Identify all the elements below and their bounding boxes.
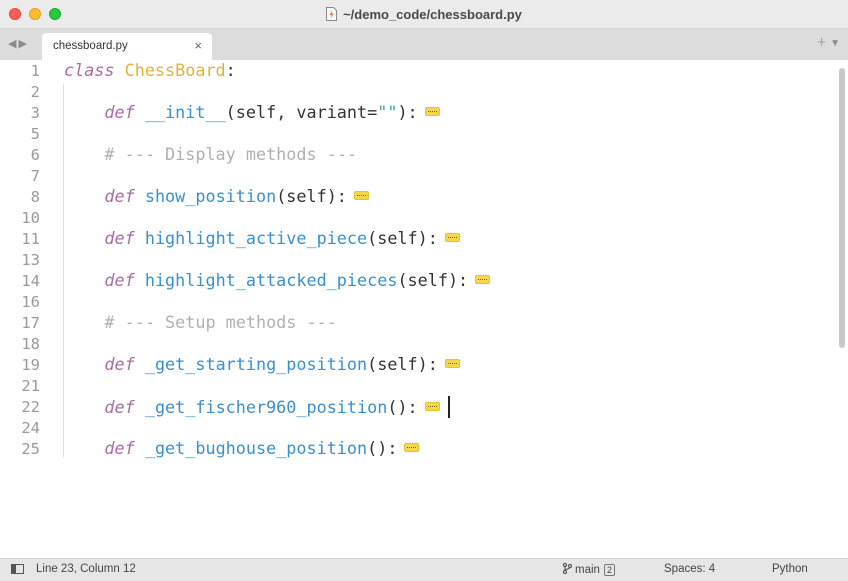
code-line[interactable]: class ChessBoard:	[64, 60, 236, 80]
folded-code-icon[interactable]	[444, 359, 460, 368]
branch-badge: 2	[603, 564, 615, 576]
code-line[interactable]: def __init__(self, variant=""):	[64, 102, 440, 122]
line-number: 17	[21, 314, 40, 332]
indentation-setting[interactable]: Spaces: 4	[664, 563, 715, 575]
code-token: # --- Display methods ---	[104, 144, 358, 164]
code-line[interactable]: def _get_bughouse_position():	[64, 438, 420, 458]
git-branch[interactable]: main 2	[563, 563, 615, 576]
python-file-icon	[326, 7, 338, 21]
code-token: def	[104, 186, 145, 206]
line-number: 13	[21, 251, 40, 269]
folded-code-icon[interactable]	[475, 275, 491, 284]
code-line[interactable]: def show_position(self):	[64, 186, 369, 206]
line-number: 14	[21, 272, 40, 290]
line-number: 5	[30, 125, 40, 143]
code-line[interactable]: # --- Setup methods ---	[64, 312, 337, 332]
code-token: _get_bughouse_position	[144, 438, 368, 458]
folded-code-icon[interactable]	[353, 191, 369, 200]
code-line[interactable]: def _get_fischer960_position():	[64, 396, 450, 418]
line-number: 11	[21, 230, 40, 248]
code-line[interactable]: def highlight_attacked_pieces(self):	[64, 270, 491, 290]
line-number: 25	[21, 440, 40, 458]
code-token: (self):	[367, 354, 438, 374]
nav-forward-icon[interactable]: ▶	[18, 38, 28, 50]
code-line[interactable]: # --- Display methods ---	[64, 144, 357, 164]
line-number: 3	[30, 104, 40, 122]
folded-code-icon[interactable]	[424, 107, 440, 116]
code-token: class	[64, 60, 125, 80]
tab-bar: ◀▶ chessboard.py × + ▼	[0, 29, 848, 60]
tab-chessboard[interactable]: chessboard.py ×	[42, 33, 212, 60]
syntax-language[interactable]: Python	[772, 563, 808, 575]
folded-code-icon[interactable]	[424, 402, 440, 411]
code-token: def	[104, 438, 145, 458]
line-number: 10	[21, 209, 40, 227]
line-number: 7	[30, 167, 40, 185]
code-token: def	[104, 397, 145, 417]
code-token: # --- Setup methods ---	[104, 312, 337, 332]
code-token: ):	[397, 102, 418, 122]
vertical-scrollbar[interactable]	[839, 68, 845, 348]
window-title-wrap: ~/demo_code/chessboard.py	[0, 0, 848, 28]
text-cursor	[447, 396, 450, 418]
code-token: def	[104, 354, 145, 374]
code-token: ():	[367, 438, 398, 458]
git-branch-icon	[563, 563, 572, 574]
code-token: def	[104, 102, 145, 122]
folded-code-icon[interactable]	[404, 443, 420, 452]
code-token: ():	[387, 397, 418, 417]
code-token: _get_starting_position	[144, 354, 368, 374]
nav-back-icon[interactable]: ◀	[8, 38, 18, 50]
line-number: 8	[30, 188, 40, 206]
code-line[interactable]: def highlight_active_piece(self):	[64, 228, 460, 248]
branch-name: main	[575, 564, 600, 576]
code-token: def	[104, 228, 145, 248]
toggle-sidebar-icon[interactable]	[11, 564, 24, 574]
code-token: def	[104, 270, 145, 290]
line-number: 22	[21, 398, 40, 416]
tab-menu-chevron-down-icon[interactable]: ▼	[830, 38, 840, 49]
code-token: (self):	[276, 186, 347, 206]
code-token: ""	[377, 102, 398, 122]
line-number: 19	[21, 356, 40, 374]
line-number: 21	[21, 377, 40, 395]
code-token: (self, variant=	[225, 102, 378, 122]
window-title: ~/demo_code/chessboard.py	[343, 6, 522, 22]
code-editor[interactable]: 1 2 3 5 6 7 8 10 11 13 14 16 17 18 19 21 22 24 25 class Ch…	[0, 60, 848, 557]
code-token: highlight_attacked_pieces	[144, 270, 398, 290]
tab-label: chessboard.py	[53, 40, 128, 52]
line-number: 16	[21, 293, 40, 311]
line-number: 18	[21, 335, 40, 353]
code-token: (self):	[367, 228, 438, 248]
tab-close-icon[interactable]: ×	[194, 38, 202, 53]
tab-nav-arrows[interactable]: ◀▶	[8, 37, 29, 50]
code-token: ChessBoard	[124, 60, 226, 80]
code-line[interactable]: def _get_starting_position(self):	[64, 354, 460, 374]
folded-code-icon[interactable]	[444, 233, 460, 242]
new-tab-icon[interactable]: +	[817, 34, 826, 51]
code-token: __init__	[144, 102, 226, 122]
code-token: :	[225, 60, 236, 80]
status-bar: Line 23, Column 12 main 2 Spaces: 4 Pytho…	[0, 558, 848, 581]
code-token: (self):	[397, 270, 469, 290]
line-number: 1	[30, 62, 40, 80]
line-number: 24	[21, 419, 40, 437]
title-bar: ~/demo_code/chessboard.py	[0, 0, 848, 29]
line-number: 6	[30, 146, 40, 164]
cursor-position[interactable]: Line 23, Column 12	[36, 563, 136, 575]
code-token: _get_fischer960_position	[144, 397, 388, 417]
code-token: highlight_active_piece	[144, 228, 368, 248]
code-token: show_position	[144, 186, 277, 206]
line-number: 2	[30, 83, 40, 101]
